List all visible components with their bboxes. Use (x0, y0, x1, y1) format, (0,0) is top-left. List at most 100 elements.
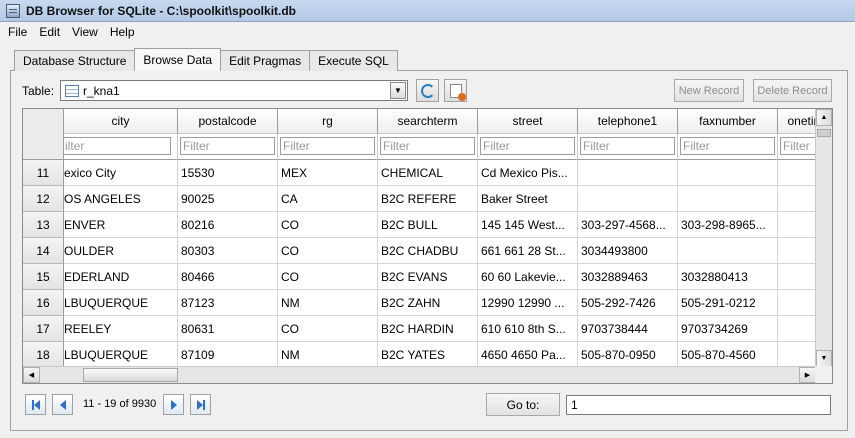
cell-postalcode[interactable]: 15530 (178, 160, 278, 186)
row-number[interactable]: 11 (23, 160, 64, 186)
cell-street[interactable]: 145 145 West... (478, 212, 578, 238)
cell-searchterm[interactable]: B2C REFERE (378, 186, 478, 212)
cell-faxnumber[interactable]: 9703734269 (678, 316, 778, 342)
cell-rg[interactable]: MEX (278, 160, 378, 186)
cell-street[interactable]: 12990 12990 ... (478, 290, 578, 316)
cell-city[interactable]: ENVER (64, 212, 178, 238)
cell-searchterm[interactable]: B2C EVANS (378, 264, 478, 290)
goto-input[interactable] (566, 395, 831, 415)
table-row[interactable]: 14 OULDER 80303 CO B2C CHADBU 661 661 28 St..… (23, 238, 832, 264)
row-number[interactable]: 14 (23, 238, 64, 264)
cell-city[interactable]: OS ANGELES (64, 186, 178, 212)
cell-street[interactable]: 60 60 Lakevie... (478, 264, 578, 290)
cell-faxnumber[interactable] (678, 238, 778, 264)
column-header-telephone1[interactable]: telephone1 (578, 109, 678, 134)
column-header-city[interactable]: city (64, 109, 178, 134)
column-header-searchterm[interactable]: searchterm (378, 109, 478, 134)
cell-searchterm[interactable]: B2C BULL (378, 212, 478, 238)
cell-postalcode[interactable]: 80631 (178, 316, 278, 342)
menu-view[interactable]: View (66, 25, 104, 39)
cell-searchterm[interactable]: B2C YATES (378, 342, 478, 368)
table-row[interactable]: 11 exico City 15530 MEX CHEMICAL Cd Mexico Pi… (23, 160, 832, 186)
tab-browse-data[interactable]: Browse Data (134, 48, 222, 71)
cell-searchterm[interactable]: B2C HARDIN (378, 316, 478, 342)
column-header-postalcode[interactable]: postalcode (178, 109, 278, 134)
row-number[interactable]: 12 (23, 186, 64, 212)
cell-telephone1[interactable]: 9703738444 (578, 316, 678, 342)
new-record-button[interactable]: New Record (674, 79, 744, 102)
cell-rg[interactable]: CO (278, 264, 378, 290)
vertical-scrollbar[interactable]: ▲ ▼ (815, 109, 832, 367)
filter-input-rg[interactable] (280, 137, 375, 155)
cell-searchterm[interactable]: B2C ZAHN (378, 290, 478, 316)
table-row[interactable]: 13 ENVER 80216 CO B2C BULL 145 145 West... 303… (23, 212, 832, 238)
filter-input-telephone1[interactable] (580, 137, 675, 155)
cell-telephone1[interactable]: 505-870-0950 (578, 342, 678, 368)
filter-input-street[interactable] (480, 137, 575, 155)
previous-page-button[interactable] (52, 394, 73, 415)
vertical-scroll-thumb[interactable] (817, 129, 831, 137)
table-row[interactable]: 17 REELEY 80631 CO B2C HARDIN 610 610 8th S..… (23, 316, 832, 342)
cell-postalcode[interactable]: 80466 (178, 264, 278, 290)
cell-city[interactable]: LBUQUERQUE (64, 290, 178, 316)
column-header-street[interactable]: street (478, 109, 578, 134)
cell-street[interactable]: Cd Mexico Pis... (478, 160, 578, 186)
last-page-button[interactable] (190, 394, 211, 415)
tab-database-structure[interactable]: Database Structure (14, 50, 136, 71)
table-row[interactable]: 16 LBUQUERQUE 87123 NM B2C ZAHN 12990 12990 .… (23, 290, 832, 316)
scroll-left-icon[interactable]: ◀ (23, 367, 40, 383)
tab-execute-sql[interactable]: Execute SQL (309, 50, 398, 71)
goto-button[interactable]: Go to: (486, 393, 560, 416)
cell-telephone1[interactable]: 3034493800 (578, 238, 678, 264)
cell-postalcode[interactable]: 87109 (178, 342, 278, 368)
row-number[interactable]: 17 (23, 316, 64, 342)
cell-postalcode[interactable]: 80303 (178, 238, 278, 264)
cell-rg[interactable]: NM (278, 290, 378, 316)
clear-filters-button[interactable] (444, 79, 467, 102)
horizontal-scrollbar[interactable]: ◀ ▶ (23, 366, 816, 383)
row-number[interactable]: 18 (23, 342, 64, 368)
cell-street[interactable]: Baker Street (478, 186, 578, 212)
cell-street[interactable]: 610 610 8th S... (478, 316, 578, 342)
cell-city[interactable]: LBUQUERQUE (64, 342, 178, 368)
filter-input-faxnumber[interactable] (680, 137, 775, 155)
menu-file[interactable]: File (2, 25, 33, 39)
cell-city[interactable]: EDERLAND (64, 264, 178, 290)
menu-help[interactable]: Help (104, 25, 141, 39)
cell-telephone1[interactable]: 505-292-7426 (578, 290, 678, 316)
cell-rg[interactable]: CO (278, 212, 378, 238)
cell-telephone1[interactable]: 303-297-4568... (578, 212, 678, 238)
table-row[interactable]: 12 OS ANGELES 90025 CA B2C REFERE Baker Stree… (23, 186, 832, 212)
column-header-faxnumber[interactable]: faxnumber (678, 109, 778, 134)
first-page-button[interactable] (25, 394, 46, 415)
table-row[interactable]: 15 EDERLAND 80466 CO B2C EVANS 60 60 Lakevie.… (23, 264, 832, 290)
cell-rg[interactable]: CO (278, 316, 378, 342)
cell-telephone1[interactable]: 3032889463 (578, 264, 678, 290)
cell-postalcode[interactable]: 90025 (178, 186, 278, 212)
horizontal-scroll-thumb[interactable] (83, 368, 178, 382)
filter-input-postalcode[interactable] (180, 137, 275, 155)
cell-searchterm[interactable]: B2C CHADBU (378, 238, 478, 264)
cell-city[interactable]: OULDER (64, 238, 178, 264)
cell-city[interactable]: exico City (64, 160, 178, 186)
scroll-down-icon[interactable]: ▼ (816, 350, 832, 367)
table-select[interactable]: r_kna1 ▼ (60, 80, 408, 101)
cell-city[interactable]: REELEY (64, 316, 178, 342)
tab-edit-pragmas[interactable]: Edit Pragmas (220, 50, 311, 71)
cell-searchterm[interactable]: CHEMICAL (378, 160, 478, 186)
row-number[interactable]: 13 (23, 212, 64, 238)
cell-rg[interactable]: NM (278, 342, 378, 368)
cell-telephone1[interactable] (578, 186, 678, 212)
data-grid[interactable]: citypostalcodergsearchtermstreettelephon… (22, 108, 833, 384)
row-number[interactable]: 16 (23, 290, 64, 316)
cell-rg[interactable]: CA (278, 186, 378, 212)
cell-faxnumber[interactable]: 505-291-0212 (678, 290, 778, 316)
filter-input-city[interactable] (62, 137, 171, 155)
cell-faxnumber[interactable]: 3032880413 (678, 264, 778, 290)
cell-telephone1[interactable] (578, 160, 678, 186)
scroll-up-icon[interactable]: ▲ (816, 109, 832, 126)
refresh-button[interactable] (416, 79, 439, 102)
column-header-rg[interactable]: rg (278, 109, 378, 134)
scroll-right-icon[interactable]: ▶ (799, 367, 816, 383)
cell-postalcode[interactable]: 80216 (178, 212, 278, 238)
